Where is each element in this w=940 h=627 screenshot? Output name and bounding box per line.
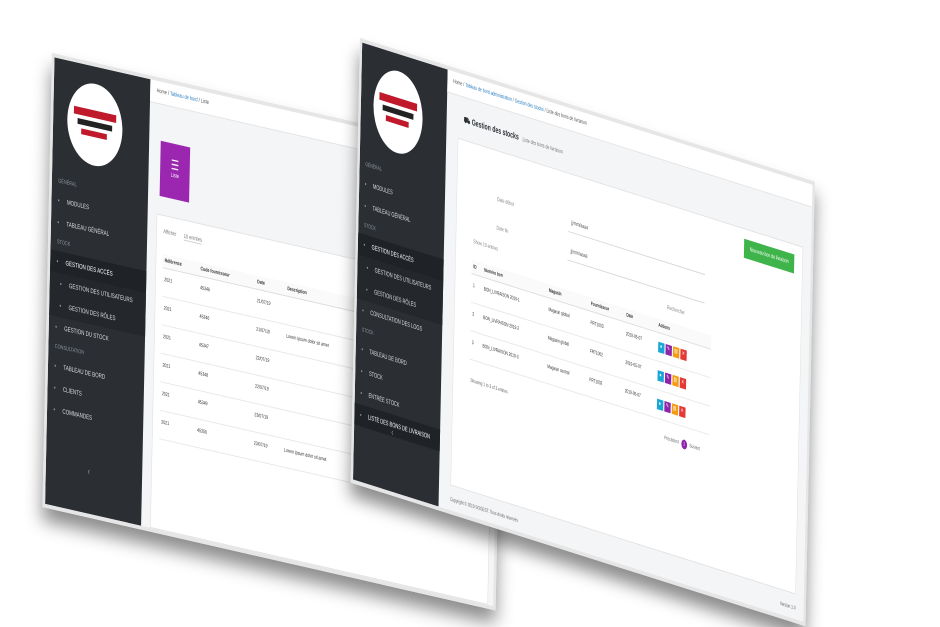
menu-icon: ▪ <box>53 384 56 392</box>
pagination: Précédent 1 Suivant <box>664 433 700 454</box>
sidebar: Général ▪ Modules ▪ Tableau général Stock ▪ Ges… <box>45 57 151 526</box>
truck-icon: ⛟ <box>463 114 471 127</box>
breadcrumb-home[interactable]: Home <box>157 88 167 96</box>
print-button[interactable]: ▤ <box>671 403 678 416</box>
table-cell: 3 <box>469 330 482 363</box>
edit-button[interactable]: ✎ <box>664 372 672 385</box>
sidebar: Général ▪ Modules ▪ Tableau général Stock ▪ Ges… <box>353 42 448 507</box>
content-card: Nouveau bon de livraison Date début jj/m… <box>450 137 804 595</box>
menu-icon: ▪ <box>55 323 57 331</box>
menu-icon: ▪ <box>366 264 369 272</box>
prev-button[interactable]: Précédent <box>664 435 678 445</box>
table-cell: 2 <box>470 302 482 334</box>
date-start-field[interactable]: jj/mm/aaaa <box>571 220 588 231</box>
sidebar-item-label: Commandes <box>62 408 93 422</box>
sidebar-item-label: Stock <box>56 239 71 249</box>
sidebar-item-label: Général <box>58 178 77 189</box>
date-end-label: Date fin <box>496 225 509 235</box>
menu-icon: ▪ <box>366 286 368 294</box>
breadcrumb-current: Liste des bons de livraison <box>546 108 587 127</box>
menu-icon: ▪ <box>360 368 363 376</box>
sidebar-item-label: Gestion des accès <box>65 260 113 278</box>
print-button[interactable]: ▤ <box>672 374 679 388</box>
menu-icon: ▪ <box>362 307 364 315</box>
delete-button[interactable]: ✕ <box>679 377 686 390</box>
page-subtitle: Liste des bons de livraison <box>522 137 563 156</box>
menu-icon: ▪ <box>360 411 362 420</box>
breadcrumb-stock[interactable]: Gestion des stocks <box>515 98 544 113</box>
sidebar-item-label: Gestion du stock <box>64 325 109 343</box>
sidebar-item-label: Stock <box>368 370 383 382</box>
new-delivery-button[interactable]: Nouveau bon de livraison <box>743 238 795 274</box>
menu-icon: ▪ <box>53 406 56 414</box>
data-table: ID Numéro bon Magasin Fournisseur Date Action… <box>469 259 712 435</box>
delete-button[interactable]: ✕ <box>680 348 687 361</box>
menu-icon: ▪ <box>363 241 366 250</box>
menu-icon: ▪ <box>57 219 60 227</box>
print-button[interactable]: ▤ <box>672 346 680 359</box>
footer-version: Version 1.0 <box>779 600 796 612</box>
collapse-icon[interactable]: ‹ <box>87 466 90 478</box>
date-end-field[interactable]: jj/mm/aaaa <box>571 249 588 260</box>
menu-icon: ▪ <box>361 346 363 354</box>
entries-select[interactable]: 10 entrées <box>183 233 203 245</box>
table-info: Showing 1 to 3 of 3 entries <box>470 377 508 396</box>
sidebar-item-label: Consultation <box>54 343 85 357</box>
page-title-text: Gestion des stocks <box>471 117 519 142</box>
view-button[interactable]: ● <box>657 370 664 383</box>
menu-icon: ▪ <box>57 197 60 205</box>
page-1-button[interactable]: 1 <box>681 438 687 451</box>
menu-icon: ▪ <box>364 202 366 211</box>
delete-button[interactable]: ✕ <box>678 405 686 418</box>
sidebar-item-label: Gestion des rôles <box>68 304 116 323</box>
sidebar-nav: Général ▪ Modules ▪ Tableau général Stock ▪ Ges… <box>47 171 148 441</box>
next-button[interactable]: Suivant <box>689 443 700 452</box>
table-cell: 1 <box>470 273 483 306</box>
sidebar-item-label: Tableau général <box>66 221 110 238</box>
sidebar-item-label: Stock <box>364 222 376 233</box>
edit-button[interactable]: ✎ <box>664 400 671 414</box>
menu-icon: ▪ <box>59 281 62 289</box>
menu-icon: ▪ <box>59 302 62 310</box>
view-button[interactable]: ● <box>656 398 664 411</box>
menu-icon: ▪ <box>56 258 59 266</box>
breadcrumb-dashboard[interactable]: Tableau de bord <box>170 91 198 103</box>
sidebar-item-label: Stock <box>361 327 374 337</box>
menu-icon: ▪ <box>364 181 367 189</box>
search-input[interactable]: Rechercher <box>667 305 685 316</box>
date-start-label: Date début <box>497 197 514 209</box>
app-logo <box>66 77 124 172</box>
sidebar-item-label: Clients <box>62 386 82 398</box>
show-label: Afficher <box>163 229 177 238</box>
breadcrumb-home[interactable]: Home <box>453 79 462 88</box>
sidebar-item-label: Entrée stock <box>368 392 400 410</box>
view-button[interactable]: ● <box>657 341 665 354</box>
sidebar-item-label: Tableau de bord <box>63 364 106 382</box>
sidebar-nav: Général ▪ Modules ▪ Tableau général Stock ▪ Ges… <box>354 155 445 452</box>
section-tile: ☰ Liste <box>159 140 191 203</box>
date-start-underline <box>568 230 706 276</box>
menu-icon: ▪ <box>54 362 57 370</box>
tile-label: Liste <box>170 172 179 181</box>
sidebar-item-label: Général <box>365 162 382 173</box>
collapse-icon[interactable]: ‹ <box>391 427 393 439</box>
menu-icon: ▪ <box>360 390 363 398</box>
breadcrumb-current: Liste <box>200 98 209 106</box>
edit-button[interactable]: ✎ <box>665 343 672 357</box>
table-cell: 23/07/19 <box>251 431 283 467</box>
show-entries[interactable]: Show 10 entries <box>473 239 498 252</box>
sidebar-item-label: Modules <box>66 199 90 212</box>
app-logo <box>372 63 424 161</box>
sidebar-item-label: Modules <box>372 183 393 197</box>
